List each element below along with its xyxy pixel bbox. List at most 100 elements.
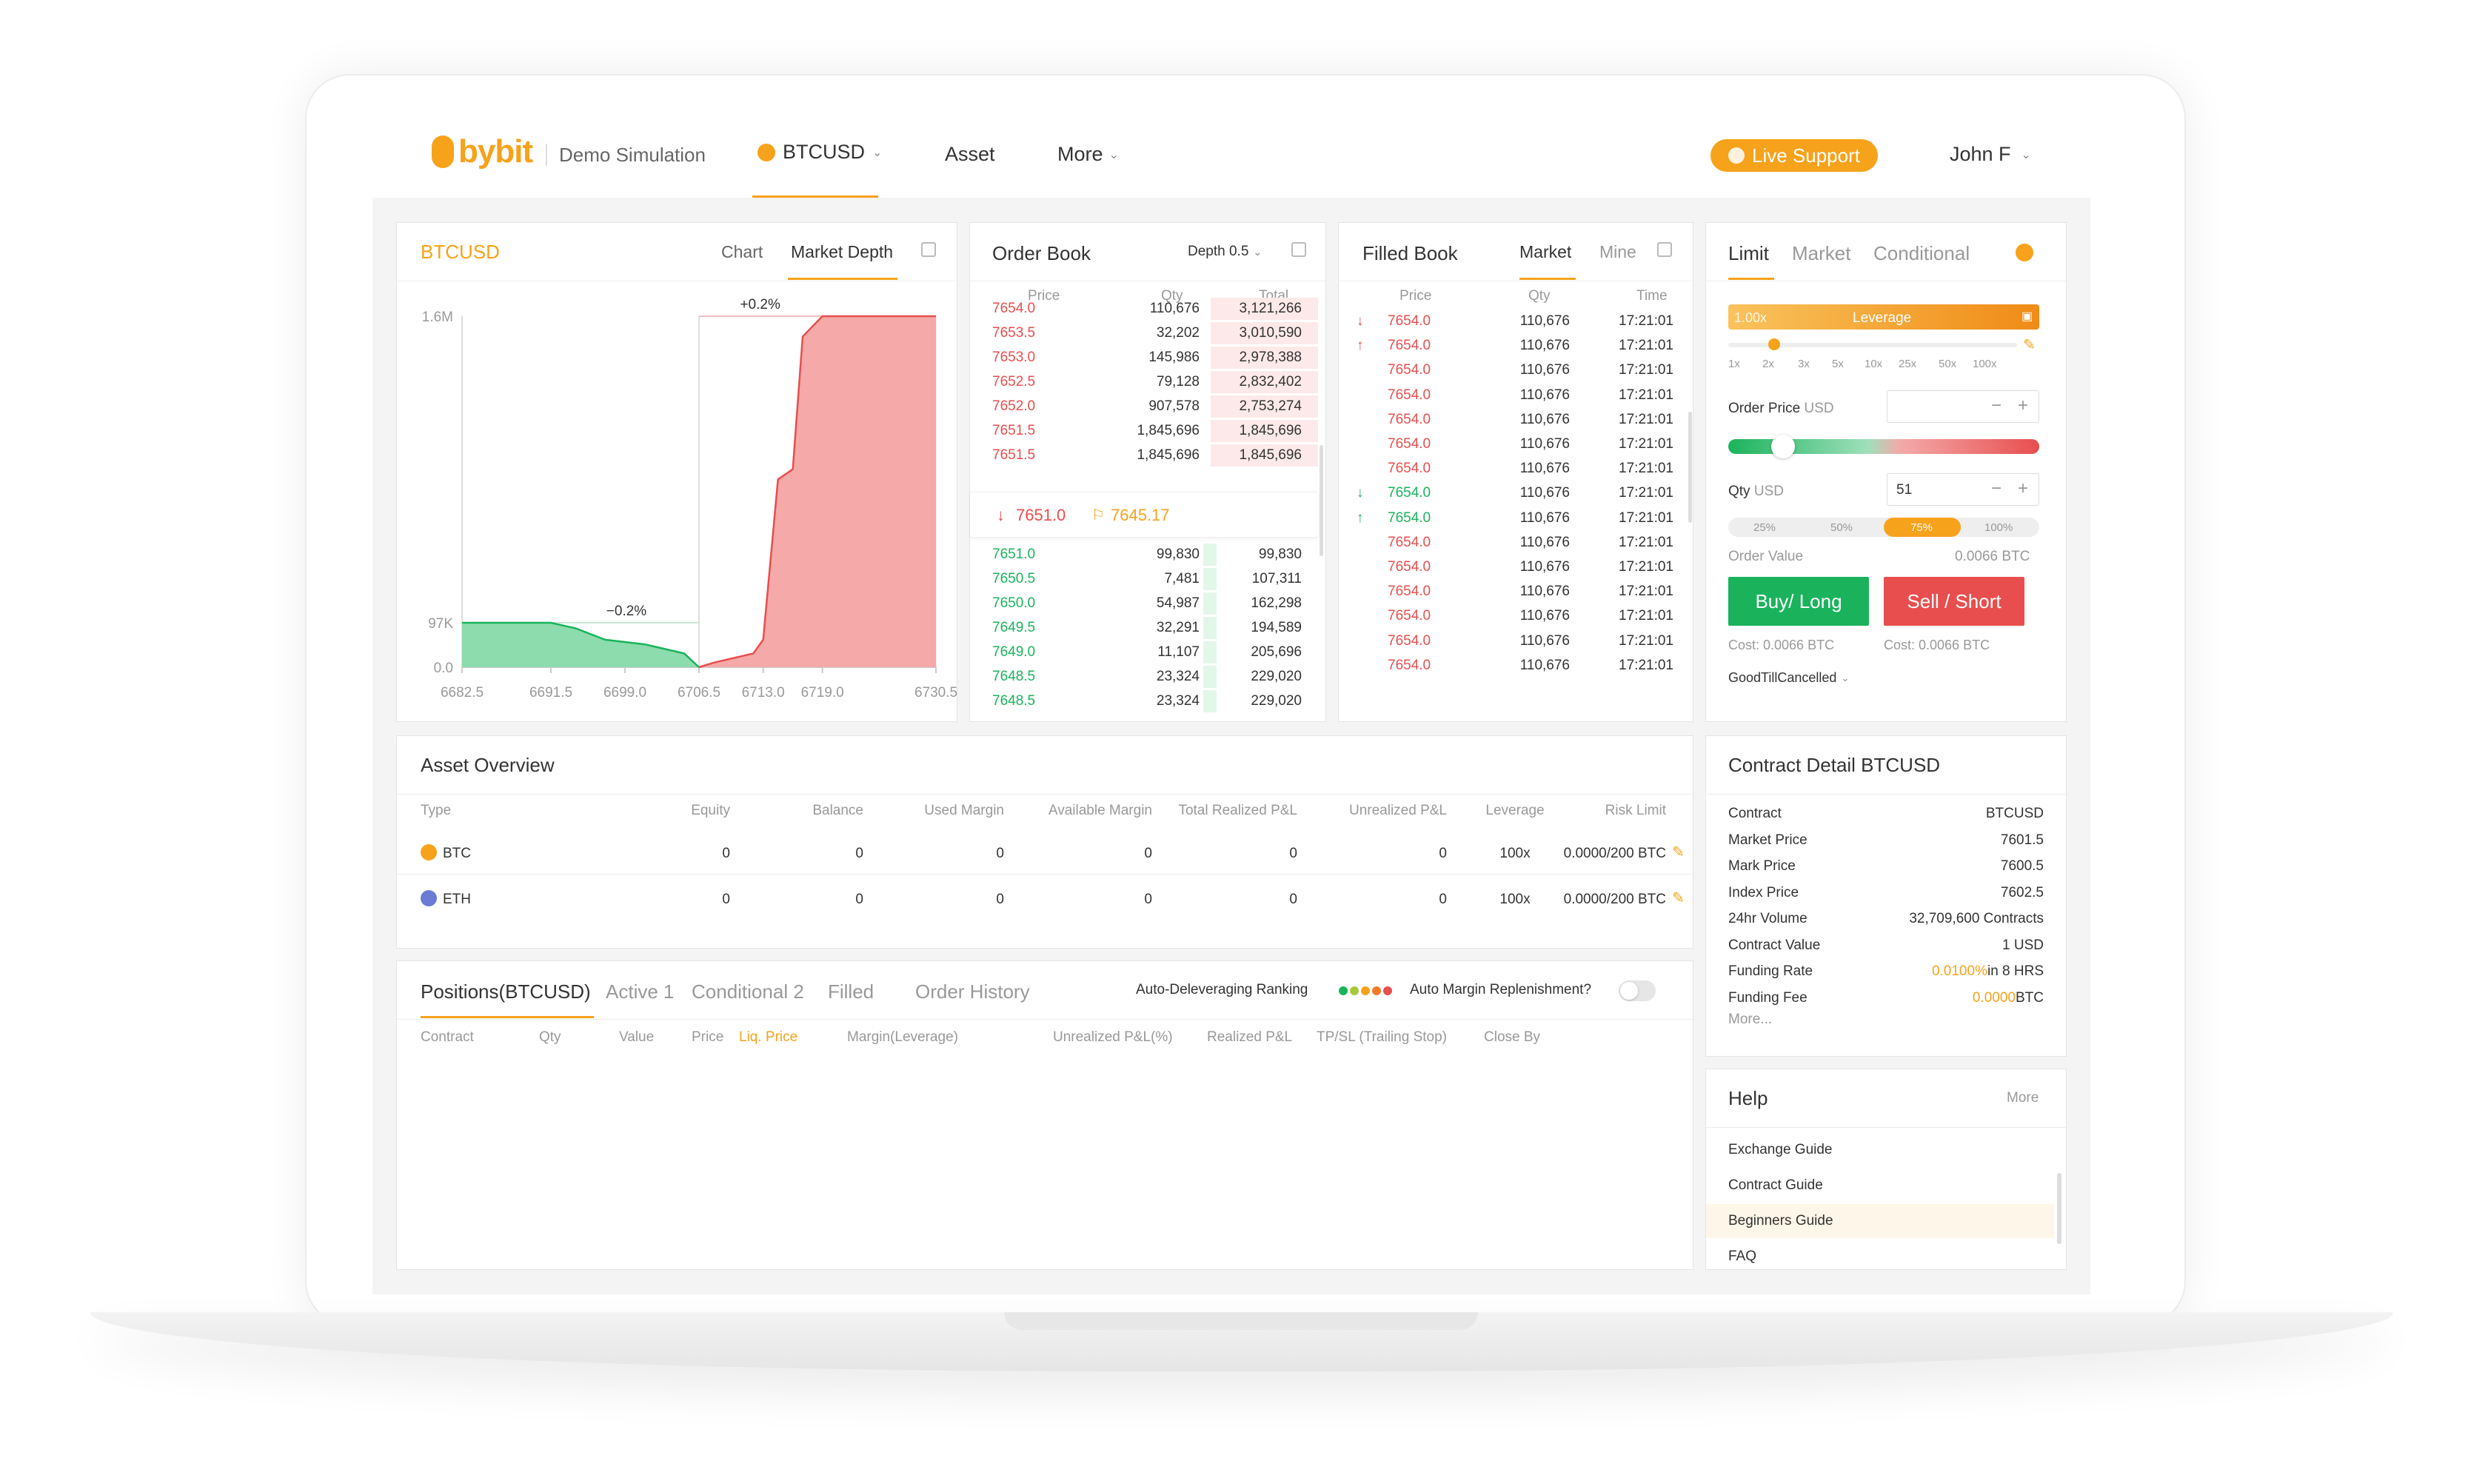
leverage-tick[interactable]: 25x [1899,358,1916,370]
bid-price[interactable]: 7651.0 [992,547,1035,563]
ask-qty: 145,986 [1148,350,1200,365]
edit-icon[interactable]: ✎ [2023,335,2036,354]
minus-icon[interactable]: − [1991,478,2002,499]
contract-more-link[interactable]: More... [1728,1012,1772,1028]
expand-icon[interactable] [921,242,936,257]
amr-toggle[interactable] [1619,980,1656,1001]
pct-25[interactable]: 25% [1753,521,1776,534]
asset-cell: 0.0000/200 BTC [1563,892,1666,907]
minus-icon[interactable]: − [1991,395,2002,416]
leverage-tick[interactable]: 2x [1762,358,1774,370]
fill-time: 17:21:01 [1619,608,1673,624]
bid-price[interactable]: 7648.5 [992,693,1035,709]
help-item[interactable]: FAQ [1728,1249,1756,1265]
edit-icon[interactable]: ✎ [1672,843,1685,861]
positions-tab[interactable]: Order History [915,980,1030,1003]
scrollbar[interactable] [1688,412,1692,523]
tab-limit[interactable]: Limit [1728,242,1769,265]
scrollbar[interactable] [1320,445,1323,556]
ask-price[interactable]: 7651.5 [992,447,1035,464]
bid-qty: 7,481 [1164,571,1200,586]
bid-price[interactable]: 7649.5 [992,620,1035,636]
user-menu[interactable]: John F ⌄ [1950,143,2031,166]
chevron-down-icon: ⌄ [1253,245,1263,258]
ask-price[interactable]: 7653.0 [992,350,1035,366]
asset-cell: 0 [855,892,863,907]
contract-label: 24hr Volume [1728,911,1807,926]
btc-coin-icon [758,143,775,161]
tab-market-depth[interactable]: Market Depth [791,242,893,262]
ask-price[interactable]: 7654.0 [992,301,1035,317]
leverage-label: Leverage [1853,310,1912,326]
tab-market-trades[interactable]: Market [1519,242,1571,262]
edit-icon[interactable]: ✎ [1672,889,1685,907]
live-support-button[interactable]: Live Support [1710,139,1878,172]
positions-tab[interactable]: Positions(BTCUSD) [421,980,591,1003]
ask-price[interactable]: 7651.5 [992,423,1035,439]
scrollbar[interactable] [2057,1173,2061,1244]
fill-price: 7654.0 [1388,632,1431,649]
fill-qty: 110,676 [1519,338,1570,354]
help-item[interactable]: Beginners Guide [1728,1213,1833,1229]
leverage-tick[interactable]: 1x [1728,358,1740,370]
bid-price[interactable]: 7650.5 [992,571,1035,587]
positions-tab[interactable]: Active 1 [606,980,675,1003]
bid-qty: 11,107 [1157,644,1200,660]
positions-header: Close By [1484,1029,1541,1045]
fill-time: 17:21:01 [1619,632,1673,649]
fill-qty: 110,676 [1519,559,1570,575]
expand-icon[interactable] [1291,242,1306,257]
asset-cell: 0.0000/200 BTC [1563,846,1666,861]
nav-asset[interactable]: Asset [945,143,995,166]
depth-selector[interactable]: Depth 0.5 ⌄ [1188,244,1262,260]
ask-price[interactable]: 7653.5 [992,325,1035,341]
sell-short-button[interactable]: Sell / Short [1884,577,2024,626]
bid-total: 229,020 [1251,693,1302,709]
bid-price[interactable]: 7649.0 [992,644,1035,661]
fill-time: 17:21:01 [1619,485,1673,501]
bid-price[interactable]: 7650.0 [992,595,1035,612]
asset-cell: 0 [1289,846,1297,861]
tab-chart[interactable]: Chart [721,242,763,262]
fill-price: 7654.0 [1388,362,1431,378]
leverage-tick[interactable]: 10x [1865,358,1882,370]
pct-75[interactable]: 75% [1910,521,1933,534]
symbol-selector[interactable]: BTCUSD ⌄ [758,141,882,164]
help-more-link[interactable]: More [2007,1090,2039,1106]
tab-market[interactable]: Market [1792,242,1850,265]
buy-long-button[interactable]: Buy/ Long [1728,577,1869,626]
live-support-label: Live Support [1752,144,1860,167]
pct-50[interactable]: 50% [1830,521,1853,534]
time-in-force-select[interactable]: GoodTillCancelled ⌄ [1728,670,1849,686]
qty-input[interactable]: 51 − + [1887,473,2039,506]
demo-label: Demo Simulation [559,144,706,166]
leverage-tick[interactable]: 50x [1939,358,1956,370]
ask-price[interactable]: 7652.0 [992,398,1035,415]
order-price-input[interactable]: − + [1887,390,2039,423]
positions-tab[interactable]: Conditional 2 [692,980,804,1003]
nav-more[interactable]: More ⌄ [1057,143,1119,166]
tab-my-trades[interactable]: Mine [1599,242,1636,262]
order-value-label: Order Value [1728,549,1804,564]
plus-icon[interactable]: + [2018,478,2028,499]
leverage-tick[interactable]: 100x [1973,358,1997,370]
arrow-up-icon: ↑ [1357,509,1364,526]
help-item[interactable]: Contract Guide [1728,1177,1823,1194]
help-item[interactable]: Exchange Guide [1728,1142,1833,1158]
bid-price[interactable]: 7648.5 [992,669,1035,685]
brand-logo[interactable]: bybit [432,133,533,170]
leverage-tick[interactable]: 3x [1798,358,1810,370]
price-slider-handle[interactable] [1771,435,1795,458]
leverage-tick[interactable]: 5x [1832,358,1844,370]
ask-price[interactable]: 7652.5 [992,374,1035,390]
positions-header: Liq. Price [739,1029,798,1045]
fill-time: 17:21:01 [1619,338,1673,354]
leverage-bar[interactable]: 1.00x Leverage ▣ [1728,304,2039,330]
leverage-slider-handle[interactable] [1768,338,1780,350]
plus-icon[interactable]: + [2018,395,2028,416]
ask-total: 2,753,274 [1239,398,1302,414]
tab-conditional[interactable]: Conditional [1873,242,1970,265]
positions-tab[interactable]: Filled [828,980,874,1003]
expand-icon[interactable] [1657,242,1672,257]
pct-100[interactable]: 100% [1984,521,2013,534]
